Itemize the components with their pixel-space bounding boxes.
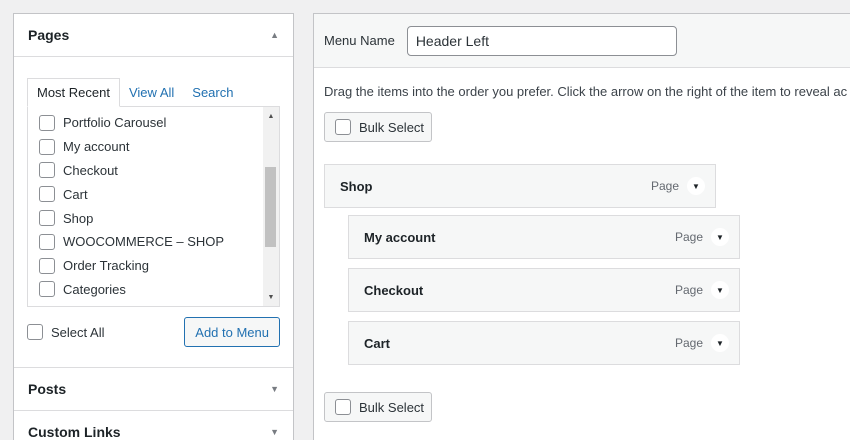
page-checkbox[interactable]	[39, 210, 55, 227]
pages-checklist-panel: Portfolio Carousel My account Checkout C…	[27, 106, 280, 307]
menu-item-type: Page	[650, 179, 679, 193]
page-checkbox[interactable]	[39, 281, 55, 298]
pages-accordion-header[interactable]: Pages ▲	[14, 14, 293, 57]
pages-accordion-title: Pages	[28, 27, 70, 43]
list-item-label: Order Tracking	[63, 258, 149, 274]
bulk-select-label: Bulk Select	[359, 119, 425, 135]
drag-instructions: Drag the items into the order you prefer…	[324, 84, 848, 99]
bulk-select-button[interactable]: Bulk Select	[324, 112, 432, 142]
page-checkbox[interactable]	[39, 114, 55, 131]
list-item-label: Categories	[63, 281, 126, 297]
bulk-select-button-bottom[interactable]: Bulk Select	[324, 392, 432, 422]
list-item-label: Checkout	[63, 162, 118, 178]
expand-toggle-icon[interactable]: ▼	[711, 334, 729, 352]
menu-item-checkout[interactable]: Checkout Page ▼	[348, 268, 740, 312]
menu-name-label: Menu Name	[324, 33, 395, 48]
menu-item-type: Page	[674, 230, 703, 244]
list-item-label: WOOCOMMERCE – SHOP	[63, 234, 225, 250]
list-item[interactable]: My account	[39, 135, 279, 159]
menu-item-title: Checkout	[364, 282, 424, 298]
list-item-label: Cart	[63, 186, 88, 202]
list-item[interactable]: Categories	[39, 278, 279, 302]
expand-down-icon[interactable]: ▼	[270, 427, 279, 437]
expand-down-icon[interactable]: ▼	[270, 384, 279, 394]
list-item[interactable]: WOOCOMMERCE – SHOP	[39, 230, 279, 254]
menu-item-meta: Page ▼	[675, 281, 729, 299]
custom-links-accordion-title: Custom Links	[28, 424, 121, 440]
select-all[interactable]: Select All	[27, 324, 104, 340]
menu-item-shop[interactable]: Shop Page ▼	[324, 164, 716, 208]
page-checkbox[interactable]	[39, 162, 55, 179]
add-to-menu-button[interactable]: Add to Menu	[184, 317, 280, 347]
menu-items-sidebar: Pages ▲ Most Recent View All Search Port…	[13, 13, 294, 440]
menu-item-title: Cart	[364, 335, 391, 351]
menu-item-title: My account	[364, 229, 436, 245]
pages-tabs: Most Recent View All Search	[27, 78, 280, 107]
menu-item-meta: Page ▼	[651, 177, 705, 195]
expand-toggle-icon[interactable]: ▼	[711, 281, 729, 299]
list-item-label: Portfolio Carousel	[63, 115, 167, 131]
list-item-label: My account	[63, 139, 130, 155]
pages-checklist: Portfolio Carousel My account Checkout C…	[28, 107, 279, 301]
scroll-down-icon[interactable]: ▼	[263, 290, 279, 304]
list-item[interactable]: Shop	[39, 206, 279, 230]
page-checkbox[interactable]	[39, 138, 55, 155]
menu-name-input[interactable]: Header Left	[406, 25, 677, 56]
bulk-select-checkbox[interactable]	[335, 119, 351, 135]
posts-accordion-header[interactable]: Posts ▼	[14, 367, 293, 410]
scroll-thumb[interactable]	[265, 167, 276, 247]
menu-item-type: Page	[674, 283, 703, 297]
page-checkbox[interactable]	[39, 186, 55, 203]
list-item[interactable]: Cart	[39, 182, 279, 206]
menu-item-meta: Page ▼	[675, 334, 729, 352]
tab-search[interactable]: Search	[183, 78, 242, 107]
tab-most-recent[interactable]: Most Recent	[27, 78, 120, 107]
page-checkbox[interactable]	[39, 233, 55, 250]
select-all-label: Select All	[51, 324, 105, 340]
menu-structure-panel: Menu Name Header Left Drag the items int…	[313, 13, 850, 440]
scroll-up-icon[interactable]: ▲	[263, 109, 279, 123]
checklist-scrollbar[interactable]: ▲ ▼	[263, 107, 279, 306]
menu-item-type: Page	[674, 336, 703, 350]
menu-item-meta: Page ▼	[675, 228, 729, 246]
pages-panel: Most Recent View All Search Portfolio Ca…	[14, 57, 293, 367]
list-item[interactable]: Order Tracking	[39, 254, 279, 278]
menu-item-cart[interactable]: Cart Page ▼	[348, 321, 740, 365]
posts-accordion-title: Posts	[28, 381, 67, 397]
select-all-checkbox[interactable]	[27, 324, 43, 340]
expand-toggle-icon[interactable]: ▼	[711, 228, 729, 246]
expand-toggle-icon[interactable]: ▼	[687, 177, 705, 195]
menu-item-title: Shop	[340, 178, 373, 194]
page-checkbox[interactable]	[39, 257, 55, 274]
custom-links-accordion-header[interactable]: Custom Links ▼	[14, 410, 293, 440]
list-item[interactable]: Portfolio Carousel	[39, 111, 279, 135]
pages-accordion: Pages ▲ Most Recent View All Search Port…	[13, 13, 294, 440]
menu-item-my-account[interactable]: My account Page ▼	[348, 215, 740, 259]
collapse-up-icon[interactable]: ▲	[270, 30, 279, 40]
menu-name-row: Menu Name Header Left	[314, 14, 850, 68]
list-item[interactable]: Checkout	[39, 159, 279, 183]
bulk-select-checkbox[interactable]	[335, 399, 351, 415]
bulk-select-label: Bulk Select	[359, 399, 425, 415]
tab-view-all[interactable]: View All	[120, 78, 183, 107]
list-item-label: Shop	[63, 210, 94, 226]
pages-actions: Select All Add to Menu	[27, 317, 280, 347]
